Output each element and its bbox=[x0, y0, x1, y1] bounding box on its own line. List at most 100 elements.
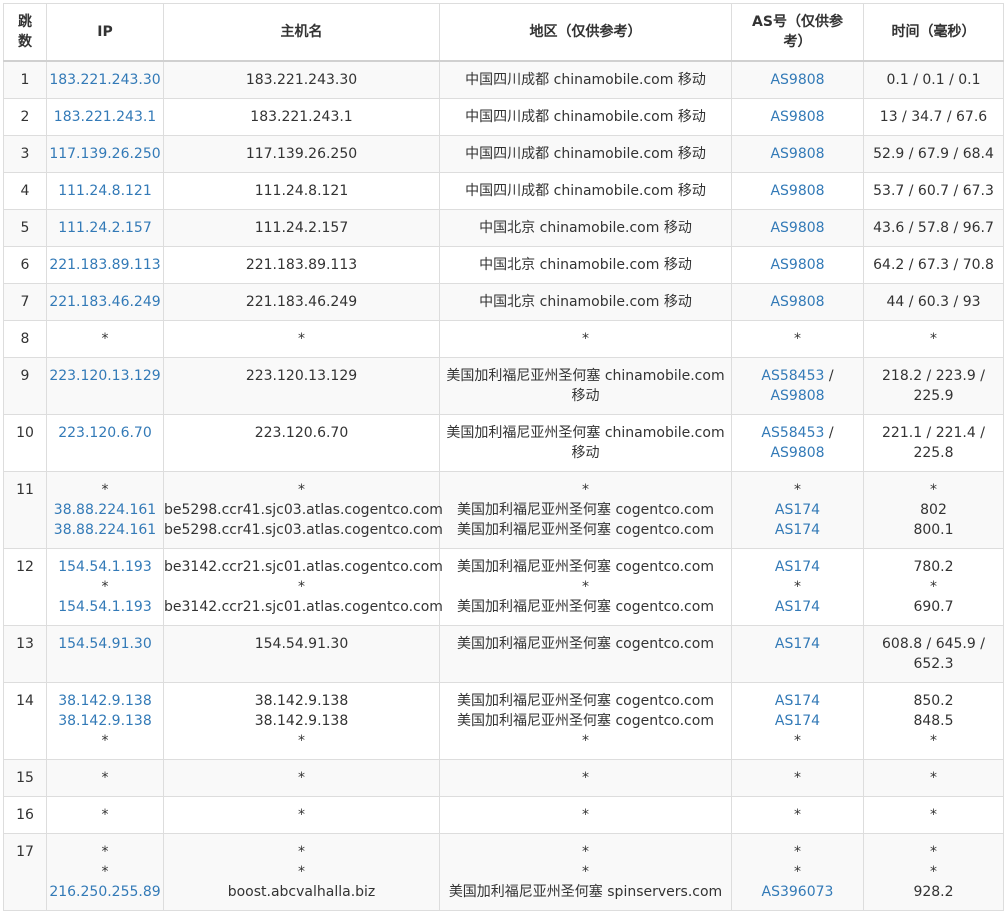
as-link[interactable]: AS9808 bbox=[732, 386, 863, 406]
region-text: * bbox=[582, 732, 589, 749]
time-text: * bbox=[930, 578, 937, 595]
ip-link[interactable]: 38.88.224.161 bbox=[47, 500, 163, 520]
hostname-cell: 183.221.243.30 bbox=[163, 60, 440, 99]
region-text: 中国北京 chinamobile.com 移动 bbox=[479, 293, 692, 310]
as-link[interactable]: AS9808 bbox=[732, 144, 863, 164]
as-link[interactable]: AS174 bbox=[732, 500, 863, 520]
as-link[interactable]: AS9808 bbox=[732, 218, 863, 238]
time-text: 802 bbox=[920, 501, 947, 518]
ip-link[interactable]: 216.250.255.89 bbox=[47, 882, 163, 902]
ip-link[interactable]: 38.142.9.138 bbox=[47, 691, 163, 711]
table-row: 3 117.139.26.250 117.139.26.250 中国四川成都 chin… bbox=[3, 134, 1004, 173]
time-text: * bbox=[930, 481, 937, 498]
region-text: 移动 bbox=[571, 444, 600, 461]
ip-link[interactable]: 223.120.13.129 bbox=[47, 366, 163, 386]
as-link[interactable]: AS174 bbox=[732, 557, 863, 577]
as-link[interactable]: AS174 bbox=[732, 634, 863, 654]
time-text: 221.1 / 221.4 / bbox=[882, 424, 985, 441]
host-text: * bbox=[298, 481, 305, 498]
region-text: * bbox=[582, 843, 589, 860]
region-cell: 美国加利福尼亚州圣何塞 chinamobile.com 移动 bbox=[439, 413, 732, 472]
ip-text: * bbox=[101, 481, 109, 498]
table-header-row: 跳数 IP 主机名 地区（仅供参考） AS号（仅供参考） 时间（毫秒） bbox=[3, 3, 1004, 62]
time-cell: 43.6 / 57.8 / 96.7 bbox=[863, 208, 1004, 247]
ip-cell: * bbox=[46, 319, 164, 358]
as-link[interactable]: AS9808 bbox=[732, 443, 863, 463]
ip-link[interactable]: 111.24.2.157 bbox=[47, 218, 163, 238]
host-text: * bbox=[298, 806, 305, 823]
ip-link[interactable]: 154.54.91.30 bbox=[47, 634, 163, 654]
as-cell: AS9808 bbox=[731, 282, 864, 321]
host-text: 223.120.13.129 bbox=[245, 367, 358, 384]
region-cell: 美国加利福尼亚州圣何塞 chinamobile.com 移动 bbox=[439, 356, 732, 415]
region-text: 美国加利福尼亚州圣何塞 cogentco.com bbox=[457, 558, 714, 575]
as-link[interactable]: AS174 bbox=[732, 691, 863, 711]
host-text: boost.abcvalhalla.biz bbox=[227, 883, 376, 900]
as-link[interactable]: AS174 bbox=[732, 711, 863, 731]
hop-number-cell: 7 bbox=[3, 282, 47, 321]
hop-number-cell: 10 bbox=[3, 413, 47, 472]
as-link[interactable]: AS9808 bbox=[732, 255, 863, 275]
as-cell: * * AS396073 bbox=[731, 832, 864, 911]
ip-link[interactable]: 111.24.8.121 bbox=[47, 181, 163, 201]
table-row: 9 223.120.13.129 223.120.13.129 美国加利福尼亚州圣何塞… bbox=[3, 356, 1004, 415]
host-text: 38.142.9.138 bbox=[254, 712, 349, 729]
region-text: 美国加利福尼亚州圣何塞 cogentco.com bbox=[457, 692, 714, 709]
time-text: 848.5 bbox=[913, 712, 954, 729]
host-text: * bbox=[298, 769, 305, 786]
region-cell: 中国北京 chinamobile.com 移动 bbox=[439, 282, 732, 321]
as-link[interactable]: AS9808 bbox=[732, 70, 863, 90]
as-text: * bbox=[794, 806, 801, 823]
hostname-cell: 111.24.8.121 bbox=[163, 171, 440, 210]
region-cell: 中国四川成都 chinamobile.com 移动 bbox=[439, 60, 732, 99]
hop-number-cell: 5 bbox=[3, 208, 47, 247]
table-row: 1 183.221.243.30 183.221.243.30 中国四川成都 chin… bbox=[3, 60, 1004, 99]
as-cell: * bbox=[731, 319, 864, 358]
table-row: 16 * * * * * bbox=[3, 795, 1004, 834]
ip-link[interactable]: 154.54.1.193 bbox=[47, 557, 163, 577]
region-text: * bbox=[582, 769, 589, 786]
ip-link[interactable]: 117.139.26.250 bbox=[47, 144, 163, 164]
time-cell: * 802 800.1 bbox=[863, 470, 1004, 549]
ip-cell: 223.120.13.129 bbox=[46, 356, 164, 415]
ip-link[interactable]: 38.88.224.161 bbox=[47, 520, 163, 540]
hop-number-cell: 15 bbox=[3, 758, 47, 797]
time-cell: 53.7 / 60.7 / 67.3 bbox=[863, 171, 1004, 210]
region-cell: * 美国加利福尼亚州圣何塞 cogentco.com 美国加利福尼亚州圣何塞 cog… bbox=[439, 470, 732, 549]
as-link[interactable]: AS174 bbox=[732, 520, 863, 540]
table-row: 11 * 38.88.224.161 38.88.224.161 * be5298.ccr… bbox=[3, 470, 1004, 549]
ip-text: * bbox=[101, 732, 109, 749]
ip-link[interactable]: 223.120.6.70 bbox=[47, 423, 163, 443]
hop-number-cell: 11 bbox=[3, 470, 47, 549]
region-text: 美国加利福尼亚州圣何塞 chinamobile.com bbox=[446, 367, 725, 384]
hop-number-cell: 2 bbox=[3, 97, 47, 136]
as-link[interactable]: AS9808 bbox=[732, 181, 863, 201]
as-cell: AS58453 /AS9808 bbox=[731, 413, 864, 472]
as-link[interactable]: AS9808 bbox=[732, 107, 863, 127]
time-cell: 780.2 * 690.7 bbox=[863, 547, 1004, 626]
ip-cell: 117.139.26.250 bbox=[46, 134, 164, 173]
host-text: * bbox=[298, 578, 305, 595]
as-link[interactable]: AS174 bbox=[732, 597, 863, 617]
as-link[interactable]: AS58453 / bbox=[732, 366, 863, 386]
region-text: 中国四川成都 chinamobile.com 移动 bbox=[465, 108, 706, 125]
time-text: * bbox=[930, 769, 937, 786]
ip-link[interactable]: 154.54.1.193 bbox=[47, 597, 163, 617]
region-cell: * bbox=[439, 795, 732, 834]
time-cell: * bbox=[863, 758, 1004, 797]
header-hostname: 主机名 bbox=[163, 3, 440, 62]
host-text: 38.142.9.138 bbox=[254, 692, 349, 709]
hop-number-cell: 14 bbox=[3, 681, 47, 760]
time-cell: * * 928.2 bbox=[863, 832, 1004, 911]
ip-link[interactable]: 221.183.46.249 bbox=[47, 292, 163, 312]
host-text: 183.221.243.30 bbox=[245, 71, 358, 88]
ip-link[interactable]: 183.221.243.1 bbox=[47, 107, 163, 127]
as-link[interactable]: AS9808 bbox=[732, 292, 863, 312]
region-text: * bbox=[582, 330, 589, 347]
ip-link[interactable]: 183.221.243.30 bbox=[47, 70, 163, 90]
ip-text: * bbox=[101, 843, 109, 860]
ip-link[interactable]: 38.142.9.138 bbox=[47, 711, 163, 731]
ip-link[interactable]: 221.183.89.113 bbox=[47, 255, 163, 275]
as-link[interactable]: AS396073 bbox=[732, 882, 863, 902]
as-link[interactable]: AS58453 / bbox=[732, 423, 863, 443]
